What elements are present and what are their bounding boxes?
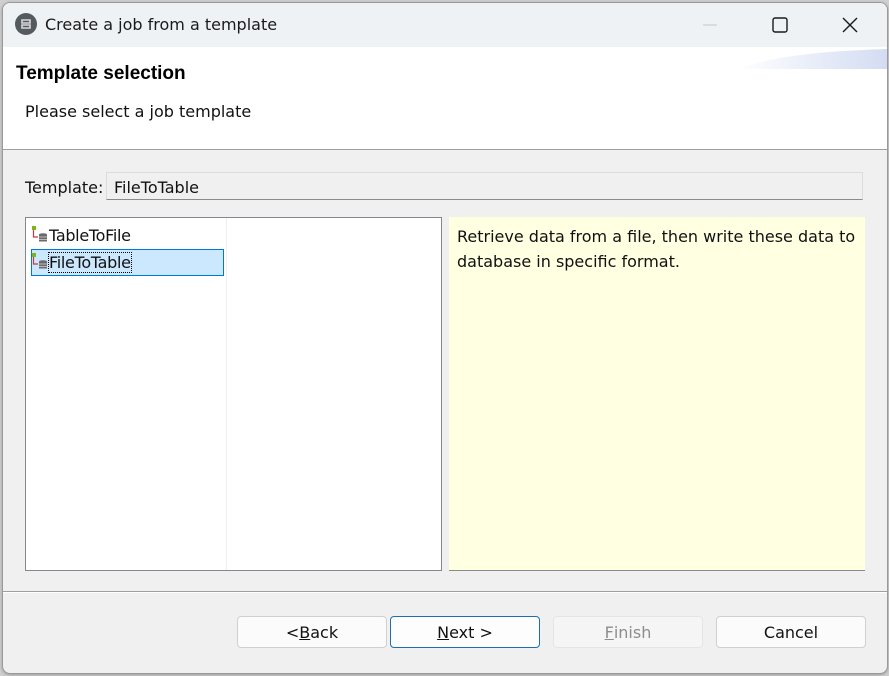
close-button[interactable] (815, 3, 885, 47)
tree-item-label: TableToFile (49, 226, 131, 245)
header-banner-graphic (737, 49, 887, 69)
back-button[interactable]: < Back (237, 616, 387, 648)
back-button-prefix: < (285, 622, 300, 642)
footer-divider-highlight (3, 592, 887, 593)
wizard-header: Template selection Please select a job t… (3, 47, 887, 150)
dialog-window: Create a job from a template Template se… (2, 2, 888, 674)
minimize-icon (703, 24, 717, 26)
tree-item-label: FileToTable (48, 252, 132, 273)
finish-button: Finish (553, 616, 703, 648)
next-button-mnemonic: N (437, 622, 450, 642)
job-template-icon (32, 226, 47, 242)
maximize-icon (772, 17, 788, 33)
close-icon (842, 17, 858, 33)
maximize-button[interactable] (745, 3, 815, 47)
template-description: Retrieve data from a file, then write th… (449, 217, 865, 571)
cancel-button[interactable]: Cancel (716, 616, 866, 648)
tree-item-filetotable[interactable]: FileToTable (31, 249, 224, 276)
tree-item-tabletofile[interactable]: TableToFile (31, 222, 224, 249)
job-template-icon (32, 253, 47, 269)
back-button-rest: ack (310, 622, 339, 642)
template-tree[interactable]: TableToFile FileToTable (25, 217, 442, 571)
page-description: Please select a job template (25, 102, 252, 121)
template-name-field: FileToTable (106, 172, 863, 200)
tree-column-divider (226, 218, 227, 570)
finish-button-rest: inish (613, 622, 652, 642)
minimize-button[interactable] (675, 3, 745, 47)
next-button[interactable]: Next > (390, 616, 540, 648)
title-bar[interactable]: Create a job from a template (3, 3, 887, 47)
talend-studio-icon (15, 13, 37, 35)
template-label: Template: (25, 178, 104, 197)
next-button-rest: ext > (449, 622, 493, 642)
finish-button-mnemonic: F (604, 622, 614, 642)
window-title: Create a job from a template (45, 15, 278, 34)
back-button-mnemonic: B (299, 622, 311, 642)
page-title: Template selection (16, 63, 186, 84)
